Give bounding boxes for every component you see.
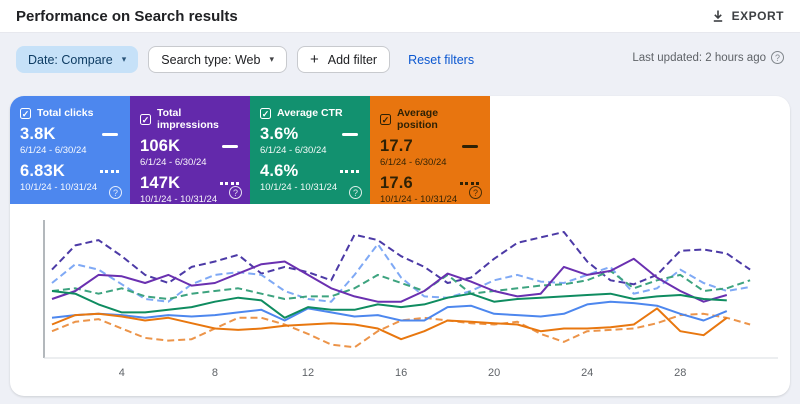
x-axis-tick-label: 20 xyxy=(488,367,500,379)
checkbox-checked-icon[interactable]: ✓ xyxy=(260,107,271,119)
metric-card-total-impressions[interactable]: ✓ Total impressions 106K 6/1/24 - 6/30/2… xyxy=(130,96,250,205)
reset-filters-link[interactable]: Reset filters xyxy=(408,53,474,67)
x-axis-tick-label: 4 xyxy=(119,367,125,379)
search-type-filter-chip[interactable]: Search type: Web ▾ xyxy=(148,46,287,73)
help-icon[interactable]: ? xyxy=(349,186,362,199)
search-type-label: Search type: Web xyxy=(161,52,261,67)
top-bar: Performance on Search results EXPORT xyxy=(0,0,800,33)
x-axis-tick-label: 16 xyxy=(395,367,407,379)
metric-value-current: 106K xyxy=(140,137,181,155)
metric-card-average-position[interactable]: ✓ Average position 17.7 6/1/24 - 6/30/24… xyxy=(370,96,490,205)
metric-value-current: 3.8K xyxy=(20,125,56,143)
metric-card-title: Average CTR xyxy=(277,107,343,119)
date-range-current: 6/1/24 - 6/30/24 xyxy=(140,157,207,168)
export-button[interactable]: EXPORT xyxy=(711,9,784,23)
date-range-current: 6/1/24 - 6/30/24 xyxy=(260,145,327,156)
performance-line-chart[interactable]: 4 8 12 16 20 24 28 xyxy=(10,212,790,388)
checkbox-checked-icon[interactable]: ✓ xyxy=(380,113,391,125)
metric-cards-row: ✓ Total clicks 3.8K 6/1/24 - 6/30/24 6.8… xyxy=(10,96,790,205)
metric-card-title: Average position xyxy=(397,107,439,131)
dashed-line-legend-icon xyxy=(340,170,359,173)
chevron-down-icon: ▾ xyxy=(269,54,274,64)
chart-line-ctr-compare xyxy=(51,269,751,300)
date-filter-chip[interactable]: Date: Compare ▾ xyxy=(16,46,139,73)
date-filter-label: Date: Compare xyxy=(28,52,113,67)
solid-line-legend-icon xyxy=(342,133,358,136)
x-axis-tick-label: 28 xyxy=(674,367,686,379)
date-range-current: 6/1/24 - 6/30/24 xyxy=(20,145,87,156)
metric-value-compare: 6.83K xyxy=(20,162,66,180)
checkbox-checked-icon[interactable]: ✓ xyxy=(140,113,151,125)
dashed-line-legend-icon xyxy=(460,182,479,185)
add-filter-button[interactable]: + Add filter xyxy=(296,46,391,73)
page-title: Performance on Search results xyxy=(16,7,238,25)
metric-value-current: 17.7 xyxy=(380,137,413,155)
date-range-compare: 10/1/24 - 10/31/24 xyxy=(380,194,458,205)
metric-value-current: 3.6% xyxy=(260,125,299,143)
metric-value-compare: 147K xyxy=(140,174,181,192)
chart-svg: 4 8 12 16 20 24 28 xyxy=(43,220,778,379)
help-icon[interactable]: ? xyxy=(771,51,784,64)
metric-card-title: Total clicks xyxy=(37,107,94,119)
metric-value-compare: 17.6 xyxy=(380,174,413,192)
metric-card-total-clicks[interactable]: ✓ Total clicks 3.8K 6/1/24 - 6/30/24 6.8… xyxy=(10,96,130,204)
date-range-compare: 10/1/24 - 10/31/24 xyxy=(20,182,98,193)
performance-panel: ✓ Total clicks 3.8K 6/1/24 - 6/30/24 6.8… xyxy=(10,96,790,396)
x-axis-tick-label: 8 xyxy=(212,367,218,379)
export-label: EXPORT xyxy=(731,9,784,23)
dashed-line-legend-icon xyxy=(100,170,119,173)
metric-card-average-ctr[interactable]: ✓ Average CTR 3.6% 6/1/24 - 6/30/24 4.6%… xyxy=(250,96,370,204)
add-filter-label: Add filter xyxy=(327,52,378,67)
help-icon[interactable]: ? xyxy=(109,186,122,199)
checkbox-checked-icon[interactable]: ✓ xyxy=(20,107,31,119)
solid-line-legend-icon xyxy=(102,133,118,136)
x-axis-tick-label: 12 xyxy=(302,367,314,379)
date-range-compare: 10/1/24 - 10/31/24 xyxy=(260,182,338,193)
help-icon[interactable]: ? xyxy=(469,186,482,199)
chevron-down-icon: ▾ xyxy=(121,54,127,64)
chart-line-ctr-current xyxy=(51,290,727,319)
last-updated-text: Last updated: 2 hours ago xyxy=(632,51,766,64)
date-range-compare: 10/1/24 - 10/31/24 xyxy=(140,194,218,205)
dashed-line-legend-icon xyxy=(220,182,239,185)
plus-icon: + xyxy=(309,51,319,68)
metric-card-title: Total impressions xyxy=(157,107,219,131)
filter-bar: Date: Compare ▾ Search type: Web ▾ + Add… xyxy=(0,33,800,73)
solid-line-legend-icon xyxy=(222,145,238,148)
help-icon[interactable]: ? xyxy=(229,186,242,199)
x-axis-tick-label: 24 xyxy=(581,367,593,379)
metric-value-compare: 4.6% xyxy=(260,162,299,180)
chart-line-position-current xyxy=(51,307,728,341)
chart-line-impressions-current xyxy=(51,257,728,303)
date-range-current: 6/1/24 - 6/30/24 xyxy=(380,157,447,168)
solid-line-legend-icon xyxy=(462,145,478,148)
last-updated: Last updated: 2 hours ago ? xyxy=(632,51,784,64)
chart-line-clicks-compare xyxy=(51,243,751,303)
download-icon xyxy=(711,9,725,23)
